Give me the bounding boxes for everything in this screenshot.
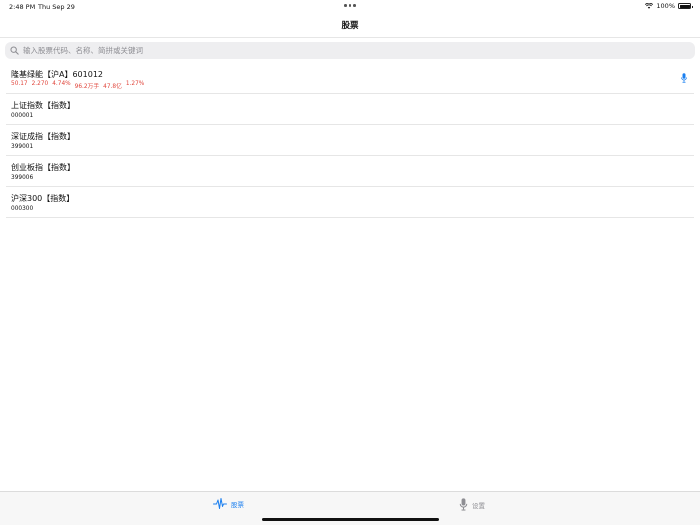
status-time: 2:48 PM [9,3,36,11]
tab-label: 股票 [231,501,244,509]
multitasking-dots-icon[interactable] [344,4,356,7]
mic-icon[interactable] [681,73,687,83]
quote-volume: 96.2万手 [74,84,100,90]
index-name: 深证成指【指数】 [11,132,75,141]
list-item-index[interactable]: 创业板指【指数】 399006 [6,156,694,187]
index-code: 399006 [11,175,34,181]
status-date: Thu Sep 29 [38,3,75,11]
search-placeholder: 输入股票代码、名称、简拼或关键词 [23,46,143,55]
list-item-stock[interactable]: 隆基绿能【沪A】601012 50.17 2.270 4.74% 96.2万手 … [6,63,694,94]
wifi-icon [645,3,654,9]
tab-stocks[interactable]: 股票 [213,498,244,510]
tab-bar: 股票 设置 [0,491,700,525]
search-input[interactable]: 输入股票代码、名称、简拼或关键词 [5,42,695,59]
index-name: 上证指数【指数】 [11,101,75,110]
index-name: 沪深300【指数】 [11,194,75,203]
stock-quote: 50.17 2.270 4.74% 96.2万手 47.8亿 1.27% [11,81,144,90]
stock-list: 隆基绿能【沪A】601012 50.17 2.270 4.74% 96.2万手 … [6,63,694,218]
home-indicator[interactable] [262,518,439,521]
waveform-icon [213,498,227,510]
list-item-index[interactable]: 沪深300【指数】 000300 [6,187,694,218]
list-item-index[interactable]: 深证成指【指数】 399001 [6,125,694,156]
battery-icon [678,3,693,9]
index-code: 000300 [11,206,34,212]
battery-percentage: 100% [656,2,675,10]
index-code: 000001 [11,113,34,119]
tab-settings[interactable]: 设置 [459,498,485,511]
index-name: 创业板指【指数】 [11,163,75,172]
nav-divider [0,37,700,38]
list-item-index[interactable]: 上证指数【指数】 000001 [6,94,694,125]
page-title: 股票 [341,21,359,31]
quote-price: 50.17 [11,81,28,87]
quote-change-percent: 4.74% [52,81,71,87]
mic-icon [459,498,468,511]
status-bar: 2:48 PM Thu Sep 29 100% [0,0,700,13]
tab-label: 设置 [472,501,485,510]
stock-name: 隆基绿能【沪A】601012 [11,70,104,79]
quote-turnover-rate: 1.27% [125,81,145,87]
quote-change: 2.270 [31,81,49,87]
quote-turnover: 47.8亿 [103,84,122,90]
index-code: 399001 [11,144,34,150]
status-indicators: 100% [645,2,693,10]
search-icon [10,46,19,55]
